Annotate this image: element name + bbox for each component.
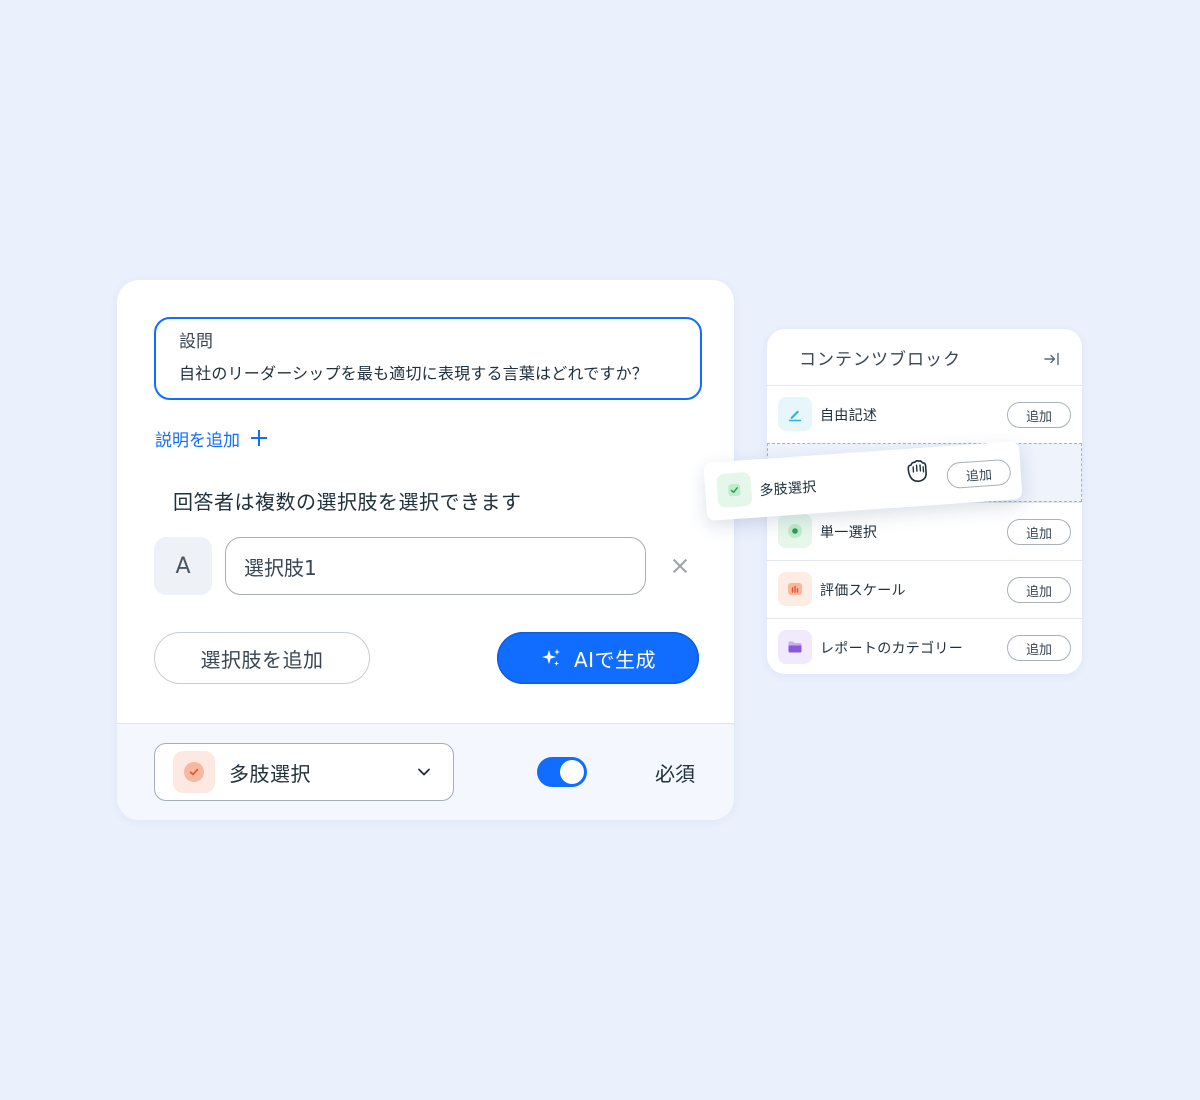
- choice-letter: A: [154, 537, 212, 595]
- choice-row: A: [154, 537, 694, 595]
- block-item-label: 多肢選択: [758, 479, 818, 500]
- choice-input[interactable]: [225, 537, 646, 595]
- add-block-button[interactable]: 追加: [1007, 402, 1071, 428]
- block-item-report-category[interactable]: レポートのカテゴリー 追加: [767, 618, 1082, 676]
- ai-generate-button[interactable]: AIで生成: [497, 632, 699, 684]
- add-block-button[interactable]: 追加: [1007, 635, 1071, 661]
- edit-icon: [778, 397, 812, 431]
- folder-icon: [778, 630, 812, 664]
- radio-icon: [778, 514, 812, 548]
- block-item-label: 自由記述: [820, 408, 878, 424]
- question-type-select[interactable]: 多肢選択: [154, 743, 454, 801]
- content-blocks-header: コンテンツブロック: [767, 329, 1082, 386]
- question-text[interactable]: 自社のリーダーシップを最も適切に表現する言葉はどれですか？: [179, 362, 700, 386]
- block-item-free-text[interactable]: 自由記述 追加: [767, 386, 1082, 444]
- add-block-button[interactable]: 追加: [1007, 519, 1071, 545]
- stage: 設問 自社のリーダーシップを最も適切に表現する言葉はどれですか？ 説明を追加 回…: [0, 0, 1200, 1100]
- question-type-label: 多肢選択: [229, 761, 311, 786]
- close-icon[interactable]: [671, 557, 689, 575]
- content-blocks-title: コンテンツブロック: [799, 350, 961, 370]
- collapse-panel-icon[interactable]: [1044, 351, 1060, 366]
- add-choice-button[interactable]: 選択肢を追加: [154, 632, 370, 684]
- ai-generate-label: AIで生成: [573, 647, 657, 672]
- add-description-button[interactable]: 説明を追加: [155, 426, 268, 451]
- add-block-button[interactable]: 追加: [945, 458, 1012, 490]
- question-label: 設問: [179, 332, 213, 352]
- question-field[interactable]: 設問 自社のリーダーシップを最も適切に表現する言葉はどれですか？: [154, 317, 702, 400]
- block-item-label: 単一選択: [820, 525, 878, 541]
- checkbox-icon: [716, 471, 753, 509]
- multi-select-note: 回答者は複数の選択肢を選択できます: [173, 490, 522, 514]
- block-item-label: 評価スケール: [820, 583, 906, 599]
- editor-footer: 多肢選択 必須: [117, 723, 734, 820]
- required-label: 必須: [655, 762, 695, 786]
- plus-icon: [250, 429, 268, 447]
- checkbox-icon: [173, 751, 215, 793]
- sparkle-icon: [540, 647, 562, 669]
- block-item-rating-scale[interactable]: 評価スケール 追加: [767, 560, 1082, 618]
- grab-hand-icon: [899, 453, 935, 489]
- question-editor-card: 設問 自社のリーダーシップを最も適切に表現する言葉はどれですか？ 説明を追加 回…: [117, 280, 734, 820]
- block-item-label: レポートのカテゴリー: [820, 641, 963, 657]
- add-description-label: 説明を追加: [155, 430, 240, 451]
- add-block-button[interactable]: 追加: [1007, 577, 1071, 603]
- scale-icon: [778, 572, 812, 606]
- chevron-down-icon: [417, 764, 431, 778]
- toggle-knob: [560, 760, 584, 784]
- required-toggle[interactable]: [537, 757, 587, 787]
